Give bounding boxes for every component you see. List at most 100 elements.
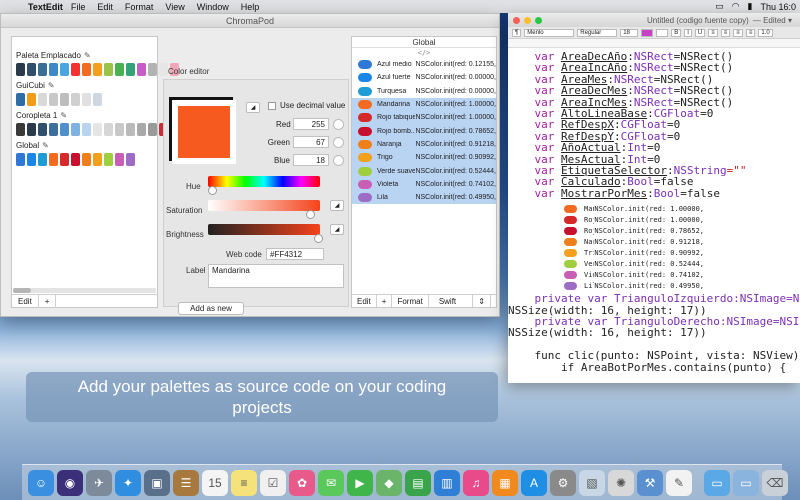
line-spacing-select[interactable]: 1.0 <box>758 28 773 37</box>
ibooks-icon[interactable]: ▦ <box>492 469 518 496</box>
use-decimal-checkbox[interactable] <box>268 101 276 110</box>
blue-field[interactable]: 18 <box>293 154 329 166</box>
contacts-icon[interactable]: ☰ <box>173 469 199 496</box>
justify-button[interactable]: ≡ <box>745 28 756 37</box>
color-swatch[interactable] <box>115 123 124 136</box>
color-swatch[interactable] <box>93 93 102 106</box>
trash-icon[interactable]: ⌫ <box>762 469 788 496</box>
menu-format[interactable]: Format <box>125 2 154 12</box>
paragraph-style-select[interactable]: ¶ <box>512 28 522 37</box>
color-swatch[interactable] <box>38 153 47 166</box>
color-swatch[interactable] <box>27 153 36 166</box>
calendar-icon[interactable]: 15 <box>202 469 228 496</box>
color-swatch[interactable] <box>71 153 80 166</box>
wifi-icon[interactable]: ◠ <box>732 1 740 12</box>
siri-icon[interactable]: ◉ <box>57 469 83 496</box>
pencil-icon[interactable]: ✎ <box>42 141 49 150</box>
global-color-row[interactable]: Mandarina NSColor.init(red: 1.00000, <box>352 97 496 112</box>
color-swatch[interactable] <box>148 63 157 76</box>
pasted-color-row[interactable]: Rojo tabiqueNSColor.init(red: 1.00000, <box>564 214 704 225</box>
keynote-icon[interactable]: ▥ <box>434 469 460 496</box>
palette-paleta-emplacado[interactable]: Paleta Emplacado ✎ <box>16 51 179 76</box>
palette-coropleta-1[interactable]: Coropleta 1 ✎ <box>16 111 179 136</box>
appstore-icon[interactable]: A <box>521 469 547 496</box>
facetime-icon[interactable]: ▶ <box>347 469 373 496</box>
color-swatch[interactable] <box>82 63 91 76</box>
textedit-icon[interactable]: ✎ <box>666 469 692 496</box>
color-swatch[interactable] <box>60 63 69 76</box>
close-window-icon[interactable] <box>513 16 520 24</box>
saturation-step-button[interactable]: ◢ <box>330 200 344 211</box>
red-knob[interactable] <box>333 118 344 130</box>
color-swatch[interactable] <box>93 63 102 76</box>
background-color-button[interactable] <box>656 28 669 37</box>
color-swatch[interactable] <box>16 63 25 76</box>
web-code-field[interactable]: #FF4312 <box>266 248 324 260</box>
global-color-row[interactable]: Lila NSColor.init(red: 0.49950, <box>352 190 496 205</box>
color-swatch[interactable] <box>27 123 36 136</box>
code-icon[interactable]: </> <box>352 48 496 58</box>
pasted-color-row[interactable]: LilaNSColor.init(red: 0.49950, <box>564 280 704 291</box>
color-swatch[interactable] <box>82 123 91 136</box>
color-swatch[interactable] <box>115 63 124 76</box>
italic-button[interactable]: I <box>684 28 692 37</box>
color-swatch[interactable] <box>126 63 135 76</box>
color-swatch[interactable] <box>93 123 102 136</box>
color-swatch[interactable] <box>27 63 36 76</box>
folder-icon[interactable]: ▭ <box>704 469 730 496</box>
pasted-color-row[interactable]: NaranjaNSColor.init(red: 0.91218, <box>564 236 704 247</box>
global-color-row[interactable]: Trigo NSColor.init(red: 0.90992, <box>352 151 496 165</box>
color-swatch[interactable] <box>104 153 113 166</box>
safari-icon[interactable]: ✦ <box>115 469 141 496</box>
color-swatch[interactable] <box>126 123 135 136</box>
notes-icon[interactable]: ≡ <box>231 469 257 496</box>
horizontal-scrollbar[interactable] <box>13 288 156 293</box>
pasted-color-row[interactable]: Verde suaveNSColor.init(red: 0.52444, <box>564 258 704 269</box>
reminders-icon[interactable]: ☑ <box>260 469 286 496</box>
font-size-select[interactable]: 18 <box>620 28 639 37</box>
color-swatch[interactable] <box>126 153 135 166</box>
messages-icon[interactable]: ✉ <box>318 469 344 496</box>
pasted-color-row[interactable]: Rojo bomb...NSColor.init(red: 0.78652, <box>564 225 704 236</box>
saturation-slider[interactable] <box>208 200 320 211</box>
itunes-icon[interactable]: ♫ <box>463 469 489 496</box>
ruler[interactable] <box>508 39 800 48</box>
color-swatch[interactable] <box>93 153 102 166</box>
color-swatch[interactable] <box>38 63 47 76</box>
maps-icon[interactable]: ◆ <box>376 469 402 496</box>
menu-window[interactable]: Window <box>197 2 229 12</box>
align-right-button[interactable]: ≡ <box>733 28 743 37</box>
color-swatch[interactable] <box>49 123 58 136</box>
color-swatch[interactable] <box>60 93 69 106</box>
clock-text[interactable]: Thu 16:0 <box>760 2 796 12</box>
add-palette-button[interactable]: + <box>39 294 57 308</box>
xcode-icon[interactable]: ⚒ <box>637 469 663 496</box>
color-swatch[interactable] <box>16 93 25 106</box>
green-field[interactable]: 67 <box>293 136 329 148</box>
color-swatch[interactable] <box>16 153 25 166</box>
global-color-row[interactable]: Rojo bomb... NSColor.init(red: 0.78652, <box>352 124 496 138</box>
finder-icon[interactable]: ☺ <box>28 469 54 496</box>
photos-edit-icon[interactable]: ▣ <box>144 469 170 496</box>
blue-knob[interactable] <box>333 154 344 166</box>
color-swatch[interactable] <box>82 93 91 106</box>
document-text-area[interactable]: var AreaDecAño:NSRect=NSRect() var AreaI… <box>508 51 800 383</box>
eyedropper-button[interactable]: ◢ <box>246 102 260 113</box>
global-color-row[interactable]: Rojo tabique NSColor.init(red: 1.00000, <box>352 111 496 125</box>
menu-edit[interactable]: Edit <box>97 2 113 12</box>
color-swatch[interactable] <box>16 123 25 136</box>
color-swatch[interactable] <box>104 63 113 76</box>
color-swatch[interactable] <box>60 153 69 166</box>
color-swatch[interactable] <box>115 153 124 166</box>
palette-global[interactable]: Global ✎ <box>16 141 135 166</box>
system-preferences-icon[interactable]: ⚙ <box>550 469 576 496</box>
preview-icon[interactable]: ▧ <box>579 469 605 496</box>
green-knob[interactable] <box>333 136 344 148</box>
global-color-row[interactable]: Verde suave NSColor.init(red: 0.52444, <box>352 164 496 178</box>
menu-view[interactable]: View <box>165 2 184 12</box>
menu-help[interactable]: Help <box>241 2 260 12</box>
color-swatch[interactable] <box>60 123 69 136</box>
color-swatch[interactable] <box>27 93 36 106</box>
color-swatch[interactable] <box>49 63 58 76</box>
color-swatch[interactable] <box>148 123 157 136</box>
